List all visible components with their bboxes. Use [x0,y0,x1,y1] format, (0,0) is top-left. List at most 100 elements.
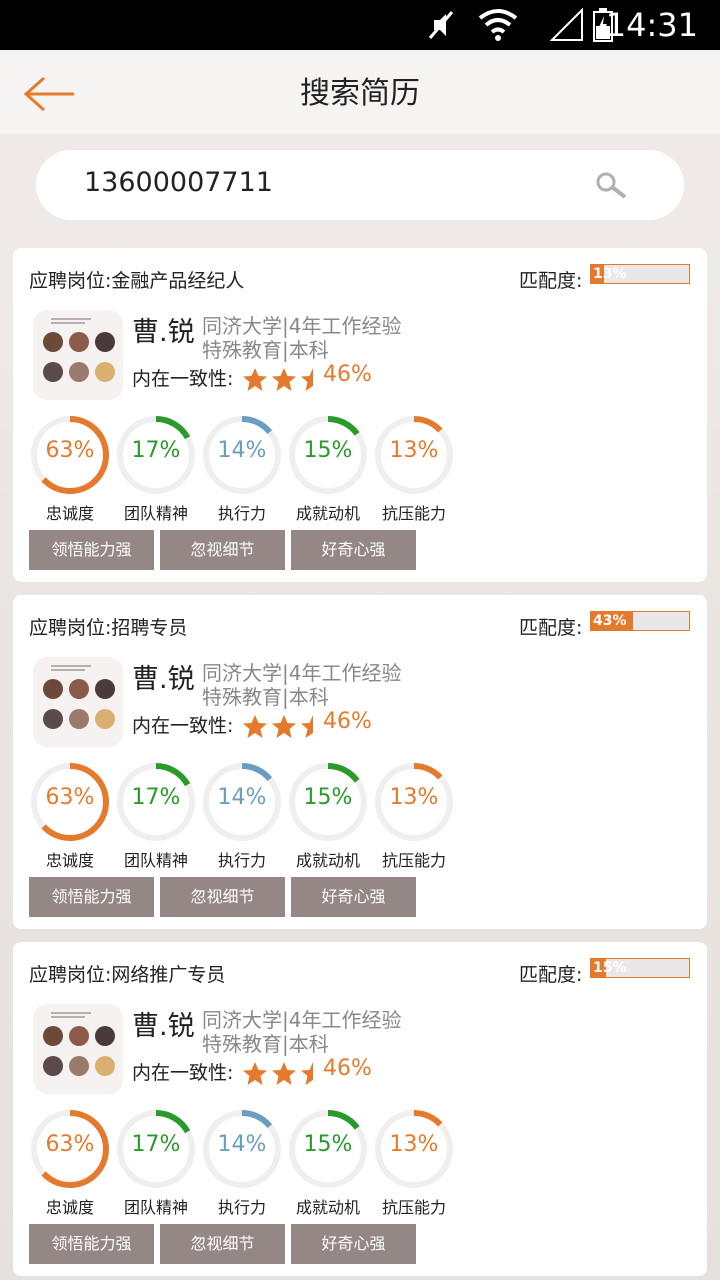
search-icon[interactable] [594,170,628,200]
job-position: 应聘岗位:招聘专员 [29,617,188,639]
avatar-line [51,669,85,671]
avatar-face [95,709,115,729]
resume-card[interactable]: 应聘岗位:招聘专员 匹配度: 43% 曹.锐 同济大学|4年工作经验 特殊教育|本科 内在一… [13,595,707,929]
avatar-face [69,1056,89,1076]
major-degree: 特殊教育|本科 [202,1032,329,1056]
metric-ring: 14% 执行力 [201,761,283,871]
metric-ring: 17% 团队精神 [115,761,197,871]
avatar-face [43,1056,63,1076]
star-icon [272,715,296,738]
trait-tag[interactable]: 好奇心强 [291,530,416,570]
avatar-face [43,679,63,699]
avatar-face [43,362,63,382]
avatar-face [69,1026,89,1046]
trait-tag[interactable]: 好奇心强 [291,1224,416,1264]
signal-icon [550,8,583,41]
search-value[interactable]: 13600007711 [84,167,273,198]
resume-card[interactable]: 应聘岗位:金融产品经纪人 匹配度: 13% 曹.锐 同济大学|4年工作经验 特殊教育|本科… [13,248,707,582]
metric-label: 抗压能力 [381,851,446,870]
metric-ring: 13% 抗压能力 [373,761,455,871]
match-progress-bar: 13% [590,264,690,284]
consistency-label: 内在一致性: [132,368,234,390]
avatar[interactable] [33,310,123,400]
metric-ring: 15% 成就动机 [287,414,369,524]
trait-tag[interactable]: 忽视细节 [160,1224,285,1264]
avatar-face [95,1056,115,1076]
star-rating [242,367,329,393]
page-title: 搜索简历 [300,76,420,111]
metric-label: 执行力 [217,851,266,870]
match-percent: 43% [593,613,627,629]
trait-tag[interactable]: 领悟能力强 [29,530,154,570]
metric-label: 忠诚度 [45,851,94,870]
search-input[interactable]: 13600007711 [36,150,684,220]
status-bar: 14:31 [0,0,720,50]
avatar-line [51,318,91,320]
avatar-face [43,709,63,729]
metric-ring: 63% 忠诚度 [29,761,111,871]
avatar-face [43,1026,63,1046]
metric-label: 成就动机 [295,1198,360,1217]
metric-label: 抗压能力 [381,504,446,523]
trait-tag[interactable]: 领悟能力强 [29,877,154,917]
candidate-name: 曹.锐 [132,317,195,348]
avatar-line [51,665,91,667]
avatar-face [43,332,63,352]
candidate-name: 曹.锐 [132,1011,195,1042]
match-label: 匹配度: [519,964,583,986]
mute-icon [428,11,454,39]
metric-label: 团队精神 [123,851,188,870]
avatar-face [69,679,89,699]
avatar-line [51,322,85,324]
metric-label: 团队精神 [123,1198,188,1217]
header: 搜索简历 [0,50,720,134]
metric-percent: 63% [45,1132,95,1157]
consistency-percent: 46% [323,709,372,734]
trait-tag[interactable]: 好奇心强 [291,877,416,917]
avatar-face [95,332,115,352]
star-rating [242,714,329,740]
major-degree: 特殊教育|本科 [202,338,329,362]
metric-label: 团队精神 [123,504,188,523]
resume-card[interactable]: 应聘岗位:网络推广专员 匹配度: 15% 曹.锐 同济大学|4年工作经验 特殊教育|本科内… [13,942,707,1276]
job-position: 应聘岗位:金融产品经纪人 [29,270,245,292]
metric-percent: 13% [389,785,439,810]
metric-percent: 14% [217,1132,267,1157]
job-position: 应聘岗位:网络推广专员 [29,964,226,986]
consistency-label: 内在一致性: [132,1062,234,1084]
metric-ring: 13% 抗压能力 [373,414,455,524]
metric-ring: 15% 成就动机 [287,761,369,871]
consistency-percent: 46% [323,1056,372,1081]
metric-ring: 14% 执行力 [201,1108,283,1218]
metric-percent: 15% [303,1132,353,1157]
metric-percent: 13% [389,438,439,463]
metric-ring: 63% 忠诚度 [29,414,111,524]
metric-percent: 15% [303,438,353,463]
avatar-face [95,679,115,699]
metric-percent: 14% [217,438,267,463]
metric-ring: 13% 抗压能力 [373,1108,455,1218]
metric-ring: 15% 成就动机 [287,1108,369,1218]
star-icon [243,1062,267,1085]
avatar[interactable] [33,657,123,747]
trait-tag[interactable]: 忽视细节 [160,530,285,570]
metric-percent: 63% [45,438,95,463]
avatar-face [69,332,89,352]
metric-label: 成就动机 [295,504,360,523]
match-progress-bar: 15% [590,958,690,978]
metric-percent: 15% [303,785,353,810]
metric-percent: 63% [45,785,95,810]
major-degree: 特殊教育|本科 [202,685,329,709]
metric-label: 忠诚度 [45,1198,94,1217]
metric-percent: 17% [131,438,181,463]
avatar-line [51,1016,85,1018]
metric-label: 抗压能力 [381,1198,446,1217]
trait-tag[interactable]: 忽视细节 [160,877,285,917]
metric-percent: 13% [389,1132,439,1157]
match-percent: 13% [593,266,627,282]
trait-tag[interactable]: 领悟能力强 [29,1224,154,1264]
metric-ring: 63% 忠诚度 [29,1108,111,1218]
star-icon [243,715,267,738]
match-label: 匹配度: [519,617,583,639]
avatar[interactable] [33,1004,123,1094]
